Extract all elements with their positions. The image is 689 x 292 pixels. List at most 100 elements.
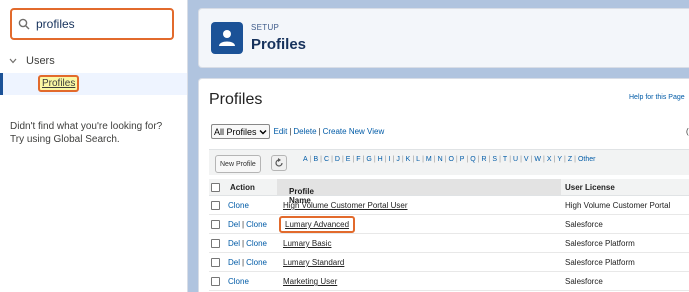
column-user-license: User License <box>565 183 615 192</box>
del-link[interactable]: Del <box>228 239 240 248</box>
letter-filter-k[interactable]: K <box>404 156 413 163</box>
user-license: Salesforce Platform <box>565 239 635 248</box>
user-license: Salesforce <box>565 220 603 229</box>
profile-name-link[interactable]: Lumary Standard <box>283 258 344 267</box>
separator: | <box>242 239 245 248</box>
user-license: Salesforce Platform <box>565 258 635 267</box>
separator: | <box>318 127 321 136</box>
row-actions: Del | Clone <box>228 220 267 229</box>
quick-find-input[interactable] <box>36 17 156 31</box>
table-row: Clone Marketing User Salesforce <box>209 272 689 291</box>
view-select-value: All Profiles <box>214 126 257 137</box>
page-header: SETUP Profiles <box>198 8 689 68</box>
sort-ascending-icon: ↑ <box>289 187 293 194</box>
separator: | <box>289 127 292 136</box>
letter-filter-b[interactable]: B <box>312 156 321 163</box>
no-result-line-2: Try using Global Search. <box>10 134 120 145</box>
search-icon <box>18 18 30 30</box>
clone-link[interactable]: Clone <box>246 220 267 229</box>
table-row: Del | Clone Lumary Basic Salesforce Platform <box>209 234 689 253</box>
tree-item-profiles-link[interactable]: Profiles <box>38 75 80 92</box>
refresh-button[interactable] <box>271 155 287 171</box>
del-link[interactable]: Del <box>228 220 240 229</box>
letter-filter-d[interactable]: D <box>333 156 342 163</box>
profile-name-link[interactable]: Lumary Basic <box>283 239 331 248</box>
letter-filter-v[interactable]: V <box>522 156 531 163</box>
profile-name-link[interactable]: High Volume Customer Portal User <box>283 201 408 210</box>
letter-filter-t[interactable]: T <box>501 156 509 163</box>
letter-filter-r[interactable]: R <box>480 156 489 163</box>
row-actions: Clone <box>228 277 249 286</box>
list-toolbar: New Profile A | B | C | D | E | F | G | H | I | J | K | L | M | N |… <box>209 149 689 175</box>
header-title: Profiles <box>251 36 307 53</box>
refresh-icon <box>275 158 283 167</box>
letter-filter-f[interactable]: F <box>354 156 362 163</box>
row-checkbox[interactable] <box>211 239 220 248</box>
tree-item-users[interactable]: Users <box>8 55 55 67</box>
letter-filter-x[interactable]: X <box>545 156 554 163</box>
letter-filter-p[interactable]: P <box>458 156 467 163</box>
letter-filter-other[interactable]: Other <box>576 156 598 163</box>
row-checkbox[interactable] <box>211 258 220 267</box>
no-result-message: Didn't find what you're looking for? Try… <box>10 120 162 146</box>
letter-filter-o[interactable]: O <box>446 156 455 163</box>
chevron-down-icon[interactable] <box>8 56 18 66</box>
profile-name-link[interactable]: Lumary Advanced <box>279 216 356 233</box>
letter-filter-z[interactable]: Z <box>566 156 574 163</box>
clone-link[interactable]: Clone <box>246 258 267 267</box>
create-view-link[interactable]: Create New View <box>323 127 385 136</box>
letter-filter-y[interactable]: Y <box>555 156 564 163</box>
tree-item-profiles[interactable]: Profiles <box>0 73 187 95</box>
tree-item-users-label: Users <box>26 55 55 67</box>
letter-filter-e[interactable]: E <box>344 156 353 163</box>
user-license: Salesforce <box>565 277 603 286</box>
row-actions: Del | Clone <box>228 239 267 248</box>
edit-view-link[interactable]: Edit <box>274 127 288 136</box>
letter-filter-q[interactable]: Q <box>468 156 477 163</box>
profile-name-link[interactable]: Marketing User <box>283 277 337 286</box>
help-link[interactable]: Help for this Page <box>629 94 685 101</box>
no-result-line-1: Didn't find what you're looking for? <box>10 121 163 132</box>
dropdown-arrow-icon <box>259 129 267 134</box>
letter-filter-g[interactable]: G <box>364 156 373 163</box>
letter-filter-h[interactable]: H <box>376 156 385 163</box>
table-row: Clone High Volume Customer Portal User Hig… <box>209 196 689 215</box>
row-actions: Clone <box>228 201 249 210</box>
column-profile-name[interactable]: Profile Name ↑ <box>277 179 561 205</box>
profile-header-icon <box>211 22 243 54</box>
setup-eyebrow: SETUP <box>251 23 280 32</box>
user-license: High Volume Customer Portal <box>565 201 671 210</box>
row-checkbox[interactable] <box>211 277 220 286</box>
letter-filter-s[interactable]: S <box>490 156 499 163</box>
profiles-content: Profiles Help for this Page All Profiles… <box>198 78 689 292</box>
del-link[interactable]: Del <box>228 258 240 267</box>
letter-filter-u[interactable]: U <box>511 156 520 163</box>
letter-filter-j[interactable]: J <box>394 156 402 163</box>
separator: | <box>242 220 245 229</box>
table-header: Action Profile Name ↑ User License <box>209 179 689 205</box>
letter-filter-m[interactable]: M <box>424 156 434 163</box>
delete-view-link[interactable]: Delete <box>293 127 316 136</box>
user-icon <box>219 30 235 46</box>
select-all-checkbox[interactable] <box>211 183 220 192</box>
row-checkbox[interactable] <box>211 201 220 210</box>
column-action: Action <box>230 183 255 192</box>
letter-filter-l[interactable]: L <box>414 156 422 163</box>
alphabet-filter: A | B | C | D | E | F | G | H | I | J | K | L | M | N | O | P | Q | R | S | T |… <box>301 156 597 163</box>
clone-link[interactable]: Clone <box>246 239 267 248</box>
quick-find-search[interactable] <box>10 8 174 40</box>
clone-link[interactable]: Clone <box>228 277 249 286</box>
view-controls: All Profiles Edit | Delete | Create New … <box>211 124 384 139</box>
table-row: Del | Clone Lumary Standard Salesforce Platf… <box>209 253 689 272</box>
separator: | <box>242 258 245 267</box>
cut-off-text: ( <box>686 127 689 136</box>
row-checkbox[interactable] <box>211 220 220 229</box>
letter-filter-n[interactable]: N <box>436 156 445 163</box>
letter-filter-c[interactable]: C <box>322 156 331 163</box>
letter-filter-a[interactable]: A <box>301 156 310 163</box>
table-row: Del | Clone Lumary Advanced Salesforce <box>209 215 689 234</box>
letter-filter-w[interactable]: W <box>532 156 543 163</box>
view-select[interactable]: All Profiles <box>211 124 270 139</box>
clone-link[interactable]: Clone <box>228 201 249 210</box>
new-profile-button[interactable]: New Profile <box>215 155 261 173</box>
